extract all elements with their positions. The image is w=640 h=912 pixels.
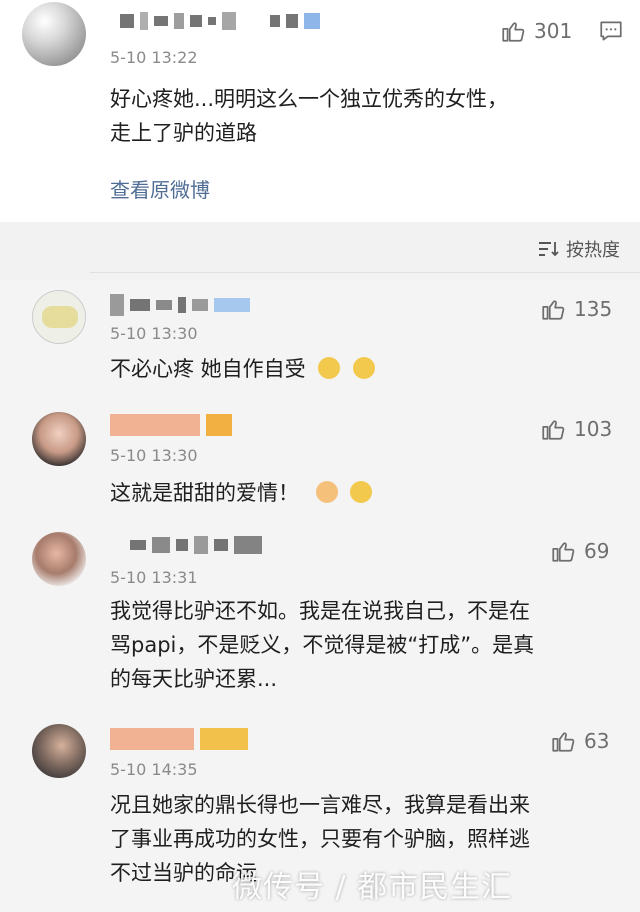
comment-icon: [600, 21, 622, 41]
comment-text: 这就是甜甜的爱情！: [110, 476, 373, 510]
divider: [90, 272, 640, 273]
comment-like-count: 69: [584, 539, 610, 563]
main-post-line: 好心疼她...明明这么一个独立优秀的女性，: [110, 87, 509, 111]
smile-emoji-icon: [350, 481, 373, 503]
comment-text: 我觉得比驴还不如。我是在说我自己，不是在 骂papi，不是贬义，不觉得是被“打成…: [110, 594, 534, 696]
comment-username-obscured[interactable]: [110, 728, 248, 750]
thumb-up-icon: [502, 22, 525, 42]
thumb-up-icon: [542, 420, 565, 440]
comment-like-button[interactable]: 69: [550, 538, 609, 564]
sort-label: 按热度: [566, 240, 620, 261]
main-username-obscured[interactable]: [120, 12, 320, 30]
sort-by-hot-button[interactable]: 按热度: [538, 236, 620, 262]
thumbs-up-emoji-icon: [315, 481, 338, 503]
comment-like-count: 103: [574, 417, 613, 441]
comment-text-content: 这就是甜甜的爱情！: [110, 481, 299, 505]
comment-avatar[interactable]: [32, 290, 86, 344]
comment-text-line: 了事业再成功的女性，只要有个驴脑，照样逃: [110, 827, 530, 851]
emoji-icon: [353, 357, 376, 379]
comment-time: 5-10 13:31: [110, 568, 198, 587]
comment-like-count: 135: [574, 297, 613, 321]
comment-like-button[interactable]: 103: [540, 416, 612, 442]
comment-button[interactable]: [598, 18, 624, 48]
emoji-icon: [318, 357, 341, 379]
comment-time: 5-10 13:30: [110, 446, 198, 465]
comment-time: 5-10 14:35: [110, 760, 198, 779]
main-post-line: 走上了驴的道路: [110, 121, 257, 145]
comment-text-content: 不必心疼 她自作自受: [110, 357, 306, 381]
main-like-button[interactable]: 301: [500, 18, 572, 44]
main-post-card: 5-10 13:22 301 好心疼她...明明这么一个独立优秀的女性， 走上了…: [0, 0, 640, 222]
comment-avatar[interactable]: [32, 412, 86, 466]
comment-like-button[interactable]: 135: [540, 296, 612, 322]
main-time: 5-10 13:22: [110, 48, 198, 67]
view-original-link[interactable]: 查看原微博: [110, 174, 210, 203]
comment-username-obscured[interactable]: [110, 294, 250, 316]
comment-text-line: 的每天比驴还累...: [110, 667, 278, 691]
comment-item: 5-10 13:30 135 不必心疼 她自作自受: [0, 280, 640, 400]
thumb-up-icon: [552, 542, 575, 562]
comment-like-count: 63: [584, 729, 610, 753]
thumb-up-icon: [552, 732, 575, 752]
comment-item: 5-10 13:30 103 这就是甜甜的爱情！: [0, 400, 640, 520]
comment-username-obscured[interactable]: [110, 414, 232, 436]
comment-text-line: 况且她家的鼎长得也一言难尽，我算是看出来: [110, 793, 530, 817]
thumb-up-icon: [542, 300, 565, 320]
comment-text: 不必心疼 她自作自受: [110, 352, 376, 386]
main-post-text: 好心疼她...明明这么一个独立优秀的女性， 走上了驴的道路: [110, 82, 508, 150]
comment-text-line: 骂papi，不是贬义，不觉得是被“打成”。是真: [110, 633, 535, 657]
sort-icon: [539, 242, 559, 257]
comment-avatar[interactable]: [32, 724, 86, 778]
comment-avatar[interactable]: [32, 532, 86, 586]
comment-like-button[interactable]: 63: [550, 728, 609, 754]
main-avatar[interactable]: [22, 2, 86, 66]
watermark: 微传号 / 都市民生汇: [232, 870, 513, 905]
comment-time: 5-10 13:30: [110, 324, 198, 343]
comment-username-obscured[interactable]: [130, 536, 262, 554]
main-like-count: 301: [534, 19, 573, 43]
comment-text-line: 我觉得比驴还不如。我是在说我自己，不是在: [110, 599, 530, 623]
comment-item: 5-10 13:31 69 我觉得比驴还不如。我是在说我自己，不是在 骂papi…: [0, 520, 640, 710]
